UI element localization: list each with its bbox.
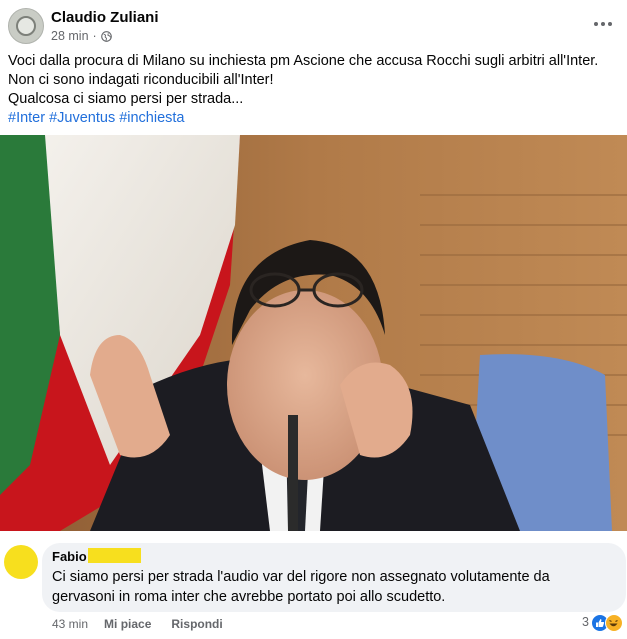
reaction-count[interactable]: 3 [582, 615, 589, 629]
comment-text-line: gervasoni in roma inter che avrebbe port… [52, 589, 446, 605]
photo-illustration [0, 135, 627, 531]
reaction-icons[interactable] [591, 614, 625, 632]
hashtag-link[interactable]: #inchiesta [119, 110, 184, 126]
comment-actions: 43 min Mi piace Rispondi [52, 617, 243, 631]
post-text-line: Non ci sono indagati riconducibili all'I… [8, 72, 274, 88]
post-photo[interactable] [0, 135, 627, 531]
hashtag-link[interactable]: #Juventus [49, 110, 115, 126]
post-text-line: Qualcosa ci siamo persi per strada... [8, 91, 244, 107]
meta-separator: · [92, 29, 97, 43]
name-redaction [88, 548, 141, 563]
reply-button[interactable]: Rispondi [171, 617, 222, 631]
author-avatar[interactable] [8, 8, 44, 44]
globe-icon[interactable] [100, 30, 112, 42]
comment-text: Ci siamo persi per strada l'audio var de… [52, 567, 592, 607]
comment-text-line: Ci siamo persi per strada l'audio var de… [52, 569, 550, 585]
commenter-name[interactable]: Fabio [52, 549, 87, 564]
post-meta: 28 min · [51, 29, 112, 43]
haha-icon [605, 614, 623, 632]
avatar-emblem [16, 16, 36, 36]
post-header: Claudio Zuliani 28 min · [8, 8, 619, 48]
post-text: Voci dalla procura di Milano su inchiest… [8, 52, 619, 128]
hashtags: #Inter #Juventus #inchiesta [8, 109, 619, 128]
commenter-avatar[interactable] [4, 545, 38, 579]
comment-bubble: Fabio Ci siamo persi per strada l'audio … [42, 543, 626, 612]
hashtag-link[interactable]: #Inter [8, 110, 45, 126]
like-button[interactable]: Mi piace [104, 617, 151, 631]
author-name[interactable]: Claudio Zuliani [51, 9, 159, 26]
comment-time[interactable]: 43 min [52, 617, 88, 631]
post-time[interactable]: 28 min [51, 29, 89, 43]
more-horizontal-icon[interactable] [593, 16, 613, 32]
post-text-line: Voci dalla procura di Milano su inchiest… [8, 53, 599, 69]
